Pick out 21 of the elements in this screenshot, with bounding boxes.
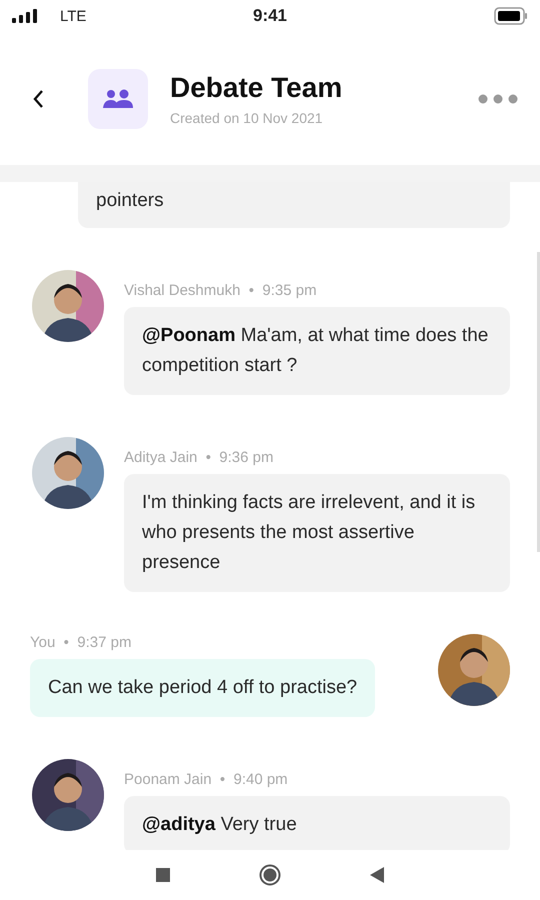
chevron-left-icon (32, 88, 44, 108)
circle-icon (258, 864, 281, 886)
message-meta: Aditya Jain • 9:36 pm (124, 449, 274, 466)
clock: 9:41 (252, 6, 288, 26)
group-title: Debate Team (170, 72, 342, 104)
message-meta: You • 9:37 pm (30, 634, 132, 651)
more-icon (478, 94, 518, 104)
message-bubble: pointers (78, 182, 510, 228)
group-icon (88, 68, 148, 128)
message-bubble: @aditya Very true (124, 796, 510, 850)
battery-icon (494, 7, 528, 25)
message-meta: Poonam Jain • 9:40 pm (124, 771, 288, 788)
message-bubble: I'm thinking facts are irrelevent, and it is who presents the most assertive presence (124, 474, 510, 592)
created-date: Created on 10 Nov 2021 (170, 110, 324, 126)
message-bubble: Can we take period 4 off to practise? (30, 659, 376, 717)
message-meta: Vishal Deshmukh • 9:35 pm (124, 282, 317, 299)
network-label: LTE (60, 8, 86, 24)
signal-icon (12, 9, 38, 23)
square-icon (156, 868, 170, 882)
message-bubble: @Poonam Ma'am, at what time does the competition start ? (124, 307, 510, 395)
triangle-icon (370, 867, 384, 883)
